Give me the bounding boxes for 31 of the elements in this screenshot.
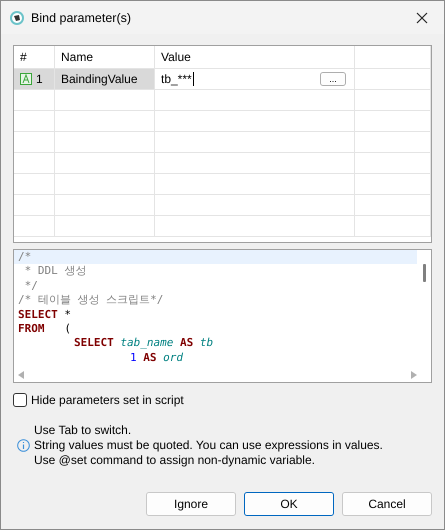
window-title: Bind parameter(s) <box>31 10 132 24</box>
scroll-left-icon[interactable] <box>18 371 24 379</box>
app-icon <box>9 10 25 26</box>
scroll-right-icon[interactable] <box>411 371 417 379</box>
dialog-button[interactable]: Ignore <box>146 492 236 516</box>
code-line: */ <box>24 278 39 294</box>
dialog-button[interactable]: Cancel <box>342 492 432 516</box>
info-text: String values must be quoted. You can use expressions in values. <box>34 438 383 453</box>
close-icon <box>416 12 428 24</box>
code-line: /* 테이블 생성 스크립트*/ <box>17 293 164 308</box>
info-icon <box>17 439 30 452</box>
value-field[interactable]: tb_*** <box>161 72 194 86</box>
browse-button[interactable]: ... <box>320 72 346 86</box>
code-line: SELECT * <box>17 308 72 322</box>
code-line: SELECT tab_name AS tb <box>73 336 214 351</box>
dialog-button[interactable]: OK <box>244 492 334 516</box>
row-number: 1 <box>36 72 43 86</box>
column-header: Name <box>61 50 94 64</box>
column-header: Value <box>161 50 191 64</box>
column-header: # <box>20 50 27 64</box>
info-text: Use @set command to assign non-dynamic variable. <box>34 453 316 468</box>
scrollbar-thumb[interactable] <box>422 264 426 282</box>
checkbox[interactable] <box>13 393 27 407</box>
info-text: Use Tab to switch. <box>34 423 132 438</box>
script-editor[interactable]: /* * DDL 생성 */ /* 테이블 생성 스크립트*/ SELECT * FROM ( SELECT tab_name AS tb 1 AS ord <box>13 249 432 383</box>
code-line: * DDL 생성 <box>24 264 88 279</box>
text-type-icon <box>20 73 32 85</box>
parameter-name: BaindingValue <box>61 72 138 86</box>
code-line: 1 AS ord <box>129 350 184 366</box>
code-line: FROM ( <box>17 322 72 336</box>
checkbox-label: Hide parameters set in script <box>31 393 184 407</box>
